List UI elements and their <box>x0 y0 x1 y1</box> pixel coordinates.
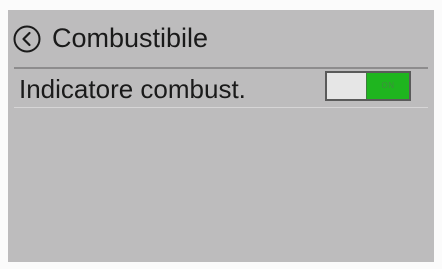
settings-screen: Combustibile Indicatore combust. ON <box>8 10 434 262</box>
page-title: Combustibile <box>52 23 209 53</box>
row-divider <box>14 107 428 108</box>
chevron-left-circle-icon <box>13 25 41 53</box>
fuel-indicator-toggle[interactable]: ON <box>325 71 411 101</box>
toggle-state-label: ON <box>381 81 395 90</box>
toggle-on-segment: ON <box>366 73 409 99</box>
header-bar: Combustibile <box>8 10 434 66</box>
toggle-off-segment <box>327 73 367 99</box>
back-button[interactable] <box>12 24 42 54</box>
setting-row-fuel-indicator: Indicatore combust. ON <box>8 69 434 107</box>
fuel-indicator-label: Indicatore combust. <box>19 74 246 104</box>
